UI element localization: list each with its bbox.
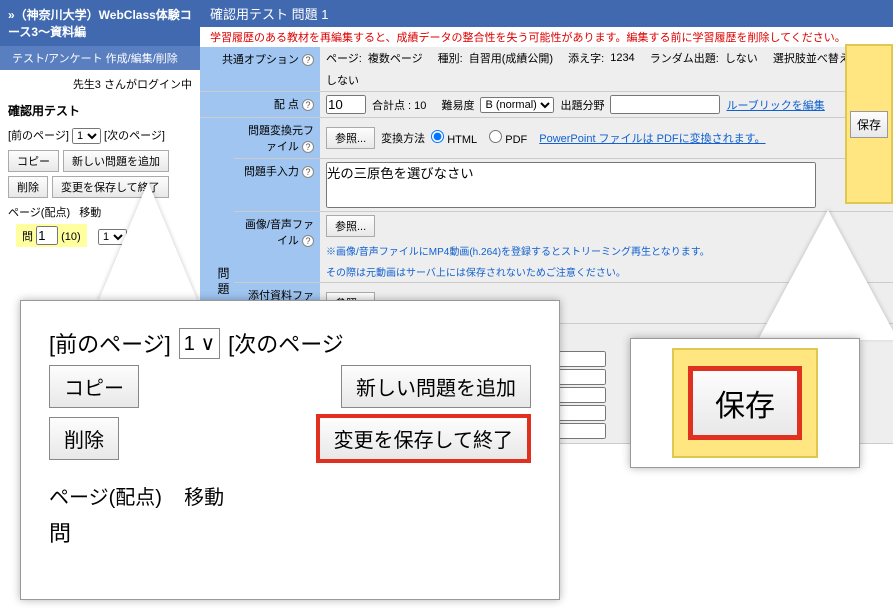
page-list-item[interactable]: 問 (10) — [16, 224, 87, 247]
next-page-link[interactable]: [次のページ — [228, 327, 344, 359]
save-button[interactable]: 保存 — [688, 366, 802, 440]
media-file-label: 画像/音声ファイル ? — [234, 212, 320, 283]
delete-button[interactable]: 削除 — [49, 417, 119, 460]
manual-input-label: 問題手入力 ? — [234, 159, 320, 212]
save-exit-button[interactable]: 変更を保存して終了 — [316, 414, 531, 463]
page-select[interactable]: 1 ∨ — [179, 328, 220, 359]
copy-button[interactable]: コピー — [49, 365, 139, 408]
main-title: 確認用テスト 問題 1 — [200, 0, 893, 27]
media-note2: その際は元動画はサーバ上には保存されないためご注意ください。 — [326, 264, 626, 279]
zoom-callout-left: [前のページ] 1 ∨ [次のページ コピー 新しい問題を追加 削除 変更を保存… — [20, 300, 560, 600]
help-icon[interactable]: ? — [302, 235, 314, 247]
convert-file-label: 問題変換元ファイル ? — [234, 118, 320, 159]
ppt-note: PowerPoint ファイルは PDFに変換されます。 — [539, 130, 765, 146]
callout-pointer — [758, 210, 893, 340]
page-select[interactable]: 1 — [72, 128, 101, 144]
add-question-button[interactable]: 新しい問題を追加 — [63, 150, 169, 172]
score-body: 合計点 : 10 難易度 B (normal) 出題分野 ルーブリックを編集 — [320, 92, 893, 118]
help-icon[interactable]: ? — [302, 166, 314, 178]
score-input[interactable] — [326, 95, 366, 114]
course-subnav[interactable]: テスト/アンケート 作成/編集/削除 — [0, 46, 200, 70]
prev-page-link[interactable]: [前のページ] — [49, 327, 171, 359]
help-icon[interactable]: ? — [302, 99, 314, 111]
page-nav-row: [前のページ] 1 [次のページ] — [0, 123, 200, 148]
page-item-label: 問 — [49, 521, 71, 546]
question-text-input[interactable]: 光の三原色を選びなさい — [326, 162, 816, 208]
prev-page-link[interactable]: [前のページ] — [8, 130, 69, 142]
page-number-input[interactable] — [36, 226, 58, 245]
help-icon[interactable]: ? — [302, 141, 314, 153]
browse-button[interactable]: 参照... — [326, 215, 375, 237]
pdf-radio[interactable]: PDF — [489, 130, 527, 146]
save-panel: 保存 — [845, 44, 893, 204]
help-icon[interactable]: ? — [302, 54, 314, 66]
warning-text: 学習履歴のある教材を再編集すると、成績データの整合性を失う可能性があります。編集… — [200, 27, 893, 47]
callout-pointer — [98, 182, 198, 302]
add-question-button[interactable]: 新しい問題を追加 — [341, 365, 531, 408]
zoom-callout-right: 保存 — [630, 338, 860, 468]
score-label: 配 点 ? — [200, 92, 320, 118]
course-title: »（神奈川大学）WebClass体験コース3〜資料編 — [8, 6, 192, 40]
next-page-link[interactable]: [次のページ] — [104, 130, 165, 142]
delete-button[interactable]: 削除 — [8, 176, 48, 198]
html-radio[interactable]: HTML — [431, 130, 477, 146]
copy-button[interactable]: コピー — [8, 150, 59, 172]
test-name: 確認用テスト — [0, 98, 200, 123]
subject-input[interactable] — [610, 95, 720, 114]
save-button[interactable]: 保存 — [850, 111, 888, 138]
rubric-link[interactable]: ルーブリックを編集 — [726, 97, 824, 113]
common-option-label: 共通オプション ? — [200, 47, 320, 92]
common-option-body: ページ:複数ページ 種別:自習用(成績公開) 添え字:1234 ランダム出題:し… — [320, 47, 893, 92]
login-status: 先生3 さんがログイン中 — [0, 70, 200, 98]
difficulty-select[interactable]: B (normal) — [480, 97, 554, 113]
browse-button[interactable]: 参照... — [326, 127, 375, 149]
course-header: »（神奈川大学）WebClass体験コース3〜資料編 — [0, 0, 200, 46]
media-note: ※画像/音声ファイルにMP4動画(h.264)を登録するとストリーミング再生とな… — [326, 243, 710, 258]
